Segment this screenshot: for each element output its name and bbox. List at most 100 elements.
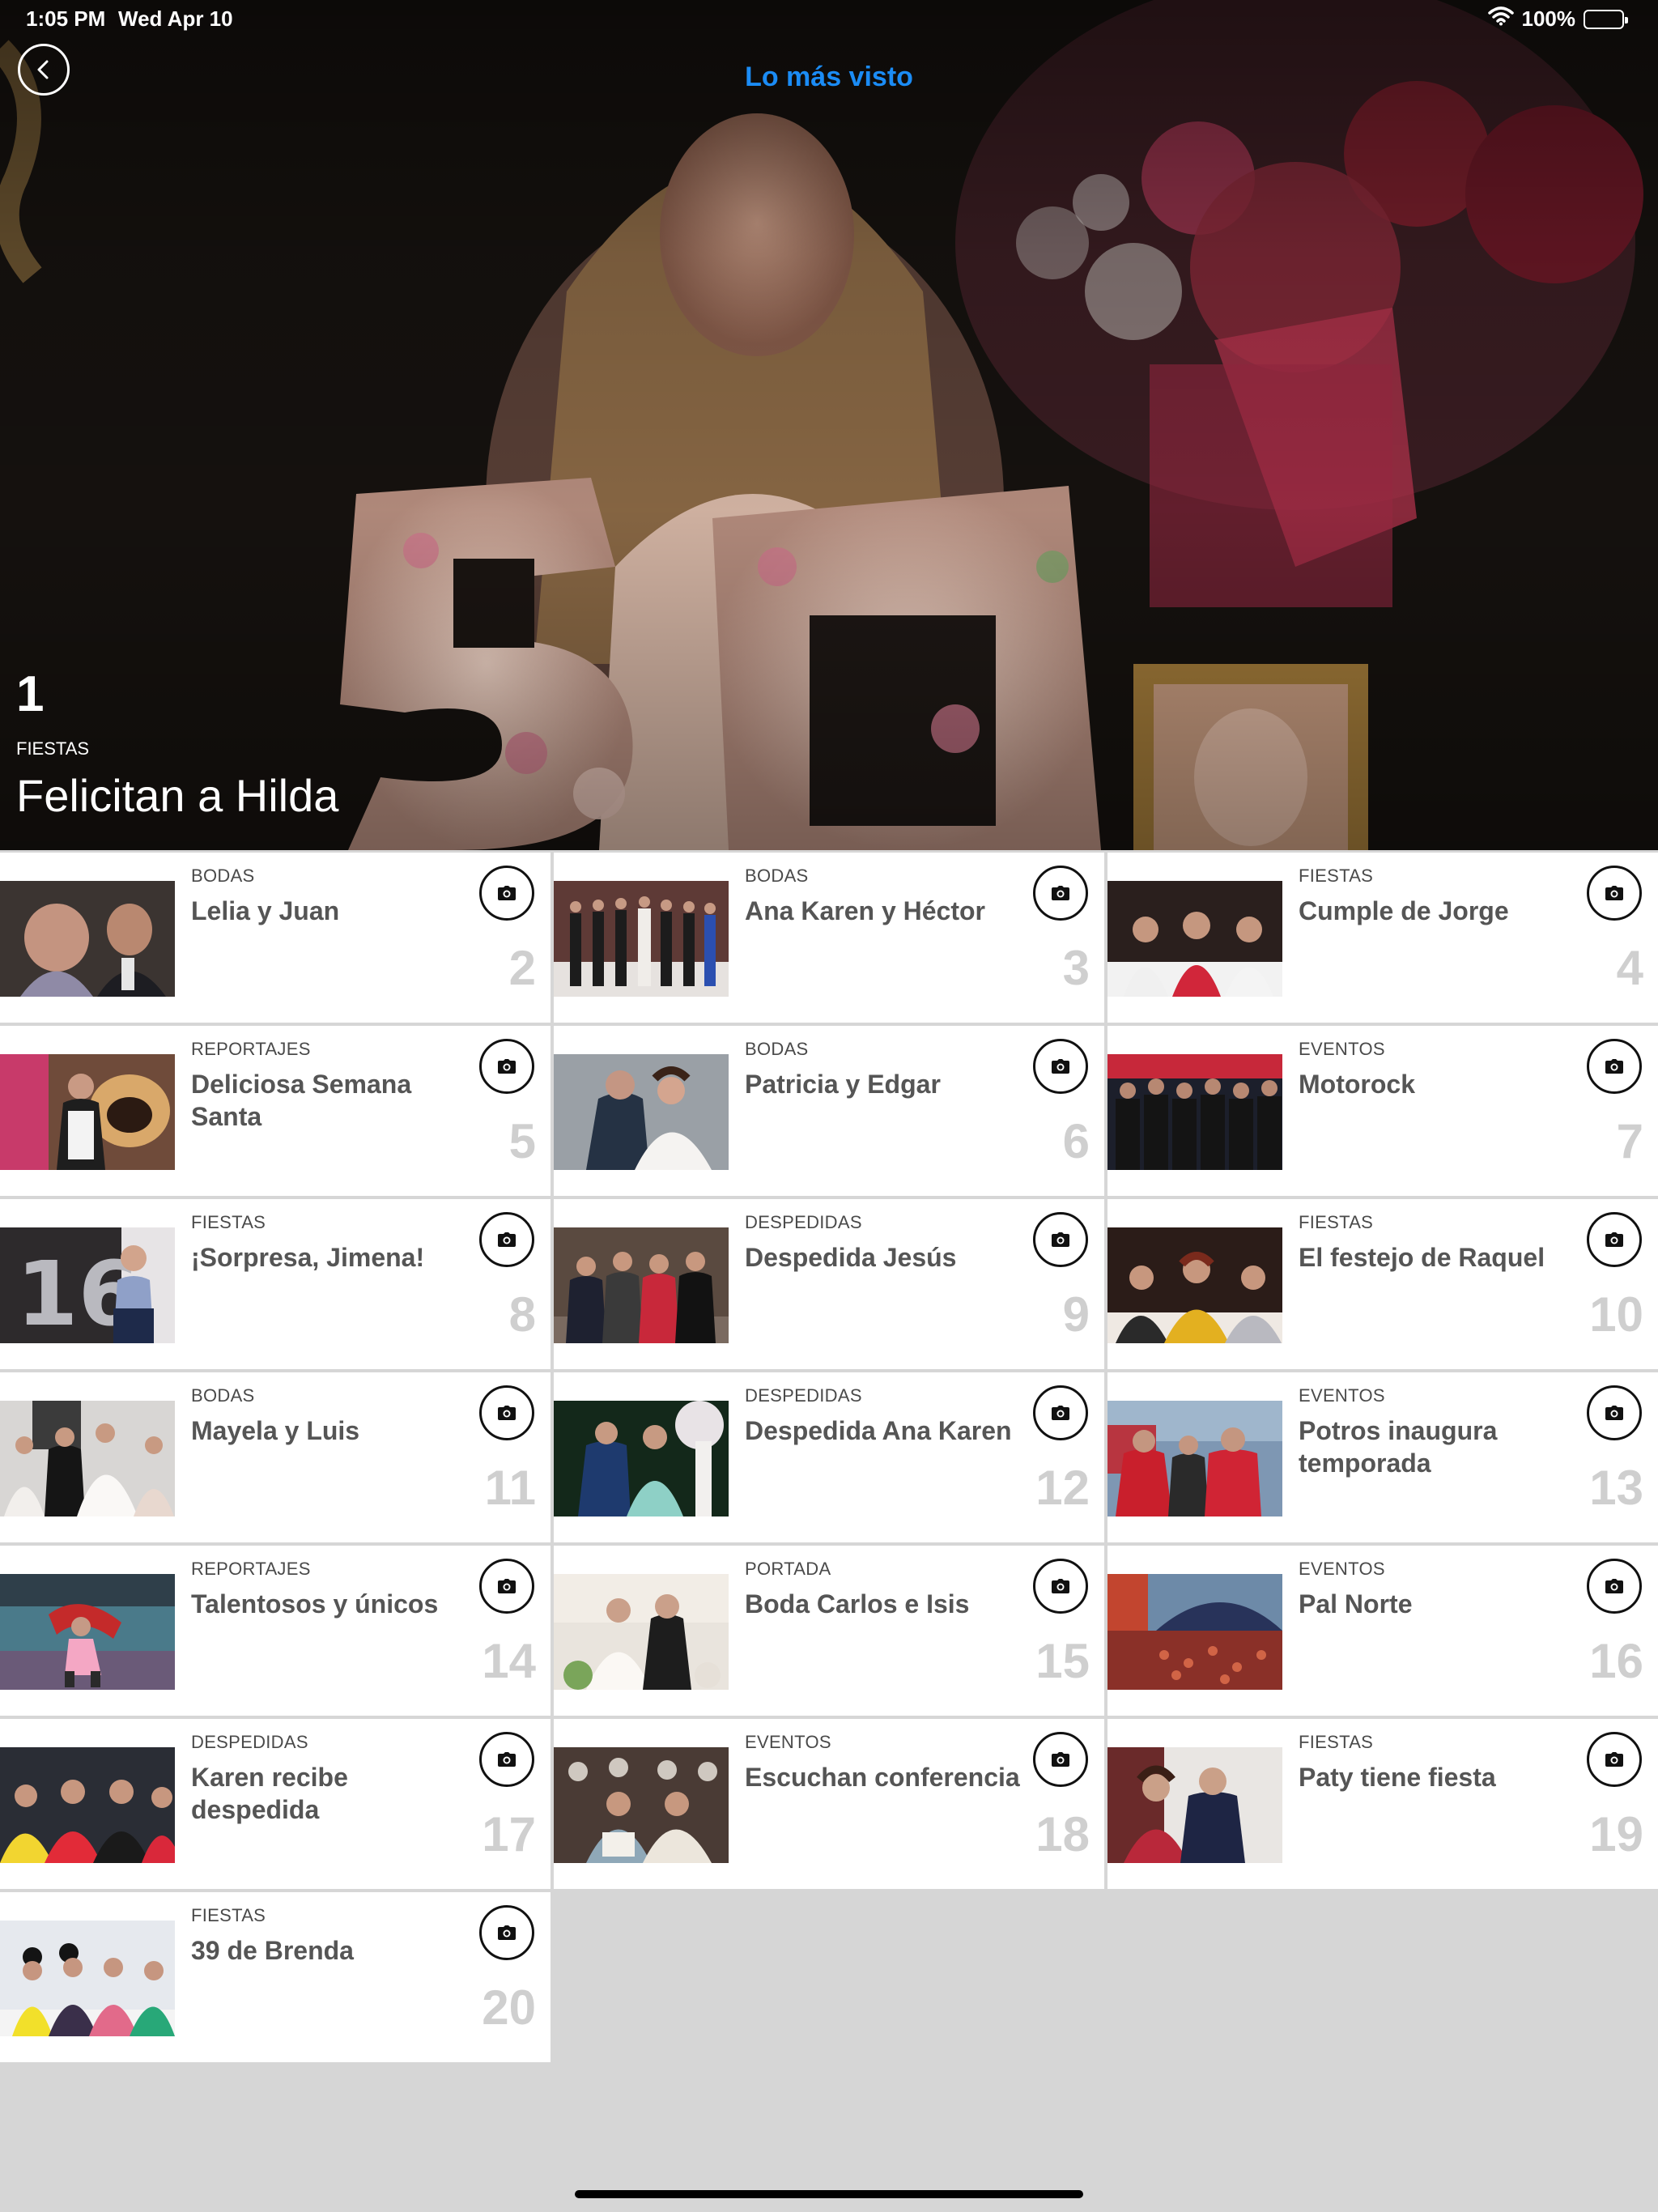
article-thumbnail xyxy=(0,1574,175,1690)
article-card-3[interactable]: BODAS Ana Karen y Héctor 3 xyxy=(554,853,1104,1023)
article-thumbnail xyxy=(1107,881,1282,997)
article-thumbnail xyxy=(0,1747,175,1863)
camera-icon xyxy=(1052,1752,1069,1767)
article-title[interactable]: Boda Carlos e Isis xyxy=(745,1588,1020,1620)
gallery-button[interactable] xyxy=(1033,1559,1088,1614)
gallery-button[interactable] xyxy=(1033,1732,1088,1787)
article-rank: 2 xyxy=(508,941,536,995)
article-category: REPORTAJES xyxy=(191,1039,311,1059)
page-title: Lo más visto xyxy=(745,62,913,92)
gallery-button[interactable] xyxy=(1587,1385,1642,1440)
article-rank: 8 xyxy=(508,1287,536,1342)
home-indicator[interactable] xyxy=(575,2190,1083,2198)
article-card-9[interactable]: DESPEDIDAS Despedida Jesús 9 xyxy=(554,1199,1104,1369)
gallery-button[interactable] xyxy=(479,1385,534,1440)
article-card-11[interactable]: BODAS Mayela y Luis 11 xyxy=(0,1372,551,1542)
gallery-button[interactable] xyxy=(1033,866,1088,921)
article-card-17[interactable]: DESPEDIDAS Karen recibe despedida 17 xyxy=(0,1719,551,1889)
featured-category: FIESTAS xyxy=(16,738,90,759)
article-rank: 7 xyxy=(1616,1114,1643,1168)
article-title[interactable]: ¡Sorpresa, Jimena! xyxy=(191,1241,466,1274)
camera-icon xyxy=(498,1232,516,1247)
gallery-button[interactable] xyxy=(1033,1039,1088,1094)
article-thumbnail xyxy=(0,1054,175,1170)
article-title[interactable]: Pal Norte xyxy=(1299,1588,1574,1620)
article-rank: 17 xyxy=(482,1807,536,1861)
article-title[interactable]: Motorock xyxy=(1299,1068,1574,1100)
gallery-button[interactable] xyxy=(1033,1385,1088,1440)
battery-icon xyxy=(1584,9,1628,29)
gallery-button[interactable] xyxy=(1587,1559,1642,1614)
gallery-button[interactable] xyxy=(479,1039,534,1094)
article-title[interactable]: El festejo de Raquel xyxy=(1299,1241,1574,1274)
article-title[interactable]: Mayela y Luis xyxy=(191,1414,466,1447)
article-card-13[interactable]: EVENTOS Potros inaugura temporada 13 xyxy=(1107,1372,1658,1542)
gallery-button[interactable] xyxy=(479,1905,534,1960)
article-title[interactable]: Paty tiene fiesta xyxy=(1299,1761,1574,1793)
article-rank: 18 xyxy=(1035,1807,1090,1861)
article-category: EVENTOS xyxy=(1299,1039,1385,1059)
featured-rank: 1 xyxy=(16,666,45,722)
gallery-button[interactable] xyxy=(1587,1732,1642,1787)
article-title[interactable]: Karen recibe despedida xyxy=(191,1761,466,1826)
article-category: EVENTOS xyxy=(745,1732,831,1752)
article-title[interactable]: Despedida Ana Karen xyxy=(745,1414,1020,1447)
article-title[interactable]: Cumple de Jorge xyxy=(1299,895,1574,927)
gallery-button[interactable] xyxy=(1587,866,1642,921)
article-category: DESPEDIDAS xyxy=(745,1385,862,1406)
gallery-button[interactable] xyxy=(479,866,534,921)
article-card-10[interactable]: FIESTAS El festejo de Raquel 10 xyxy=(1107,1199,1658,1369)
article-title[interactable]: Potros inaugura temporada xyxy=(1299,1414,1574,1479)
article-thumbnail xyxy=(554,1054,729,1170)
article-title[interactable]: Despedida Jesús xyxy=(745,1241,1020,1274)
camera-icon xyxy=(1052,1232,1069,1247)
most-viewed-grid: BODAS Lelia y Juan 2 BODAS Ana Karen y H… xyxy=(0,853,1658,2062)
article-card-15[interactable]: PORTADA Boda Carlos e Isis 15 xyxy=(554,1546,1104,1716)
camera-icon xyxy=(1052,1059,1069,1074)
gallery-button[interactable] xyxy=(479,1212,534,1267)
article-card-6[interactable]: BODAS Patricia y Edgar 6 xyxy=(554,1026,1104,1196)
article-card-12[interactable]: DESPEDIDAS Despedida Ana Karen 12 xyxy=(554,1372,1104,1542)
camera-icon xyxy=(1605,1059,1623,1074)
gallery-button[interactable] xyxy=(1587,1039,1642,1094)
article-card-7[interactable]: EVENTOS Motorock 7 xyxy=(1107,1026,1658,1196)
wifi-icon xyxy=(1487,6,1514,32)
featured-title[interactable]: Felicitan a Hilda xyxy=(16,769,338,822)
article-card-20[interactable]: FIESTAS 39 de Brenda 20 xyxy=(0,1892,551,2062)
article-thumbnail xyxy=(0,881,175,997)
article-card-2[interactable]: BODAS Lelia y Juan 2 xyxy=(0,853,551,1023)
article-title[interactable]: Ana Karen y Héctor xyxy=(745,895,1020,927)
article-category: EVENTOS xyxy=(1299,1559,1385,1579)
article-thumbnail xyxy=(1107,1054,1282,1170)
article-title[interactable]: Patricia y Edgar xyxy=(745,1068,1020,1100)
article-title[interactable]: 39 de Brenda xyxy=(191,1934,466,1967)
gallery-button[interactable] xyxy=(1587,1212,1642,1267)
article-card-18[interactable]: EVENTOS Escuchan conferencia 18 xyxy=(554,1719,1104,1889)
article-card-4[interactable]: FIESTAS Cumple de Jorge 4 xyxy=(1107,853,1658,1023)
camera-icon xyxy=(498,1925,516,1940)
article-thumbnail xyxy=(1107,1401,1282,1516)
article-card-16[interactable]: EVENTOS Pal Norte 16 xyxy=(1107,1546,1658,1716)
gallery-button[interactable] xyxy=(479,1559,534,1614)
article-card-5[interactable]: REPORTAJES Deliciosa Semana Santa 5 xyxy=(0,1026,551,1196)
camera-icon xyxy=(1605,1406,1623,1420)
article-rank: 4 xyxy=(1616,941,1643,995)
article-card-14[interactable]: REPORTAJES Talentosos y únicos 14 xyxy=(0,1546,551,1716)
featured-hero[interactable]: 1:05 PM Wed Apr 10 100% Lo más visto 1 F… xyxy=(0,0,1658,850)
article-category: FIESTAS xyxy=(1299,866,1374,886)
hero-overlay xyxy=(0,0,1658,850)
article-title[interactable]: Deliciosa Semana Santa xyxy=(191,1068,466,1133)
article-title[interactable]: Lelia y Juan xyxy=(191,895,466,927)
article-thumbnail xyxy=(554,881,729,997)
camera-icon xyxy=(1605,1579,1623,1593)
gallery-button[interactable] xyxy=(1033,1212,1088,1267)
article-card-8[interactable]: 16 FIESTAS ¡Sorpresa, Jimena! 8 xyxy=(0,1199,551,1369)
article-card-19[interactable]: FIESTAS Paty tiene fiesta 19 xyxy=(1107,1719,1658,1889)
article-rank: 5 xyxy=(508,1114,536,1168)
article-title[interactable]: Escuchan conferencia xyxy=(745,1761,1020,1793)
camera-icon xyxy=(1605,886,1623,900)
article-category: DESPEDIDAS xyxy=(745,1212,862,1232)
status-right: 100% xyxy=(1487,6,1628,32)
gallery-button[interactable] xyxy=(479,1732,534,1787)
article-title[interactable]: Talentosos y únicos xyxy=(191,1588,466,1620)
